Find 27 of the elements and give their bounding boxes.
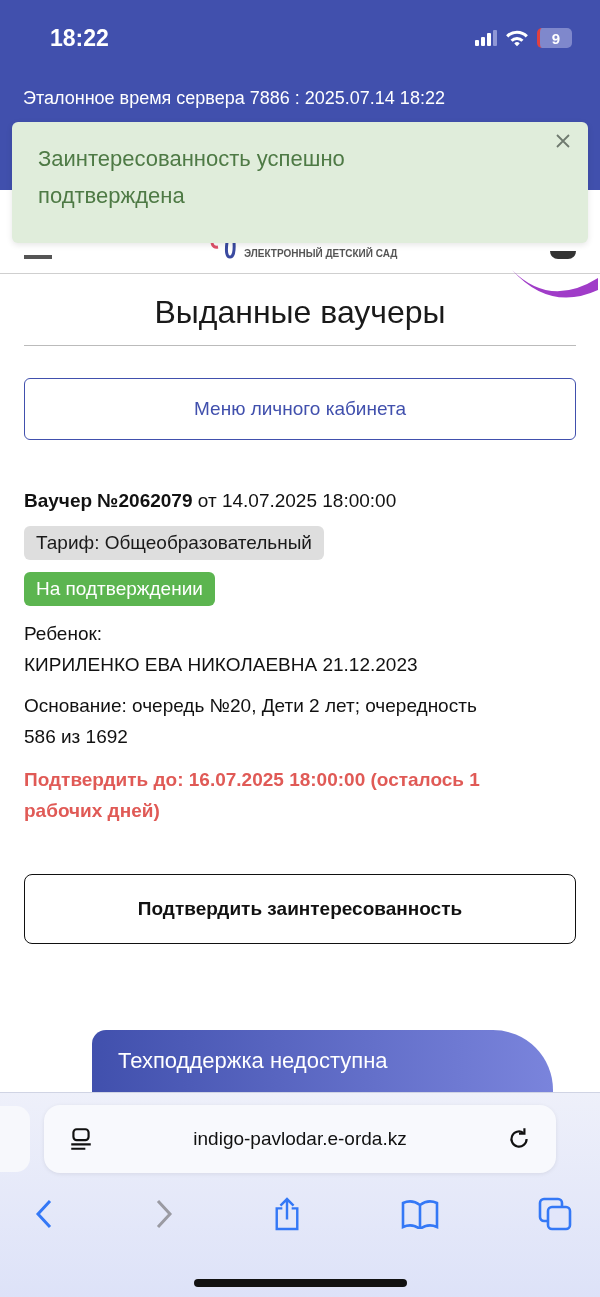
voucher-heading: Ваучер №2062079 от 14.07.2025 18:00:00 — [24, 490, 398, 512]
battery-icon: 9 — [537, 28, 572, 48]
url-text: indigo-pavlodar.e-orda.kz — [193, 1128, 407, 1150]
status-badge: На подтверждении — [24, 572, 215, 606]
confirm-button[interactable]: Подтвердить заинтересованность — [24, 874, 576, 944]
support-tab[interactable]: Техподдержка недоступна — [92, 1030, 553, 1092]
server-time: Эталонное время сервера 7886 : 2025.07.14 18:22 — [22, 87, 446, 109]
basis-text: Основание: очередь №20, Дети 2 лет; очередность 586 из 1692 — [24, 694, 478, 749]
address-bar[interactable]: indigo-pavlodar.e-orda.kz — [44, 1105, 556, 1173]
cabinet-menu-button[interactable]: Меню личного кабинета — [24, 378, 576, 440]
child-name: КИРИЛЕНКО ЕВА НИКОЛАЕВНА 21.12.2023 — [24, 653, 419, 677]
deadline-text: Подтвердить до: 16.07.2025 18:00:00 (осталось 1 рабочих дней) — [24, 768, 481, 823]
status-time: 18:22 — [50, 24, 109, 52]
share-icon[interactable] — [273, 1197, 301, 1231]
logo-caption: ЭЛЕКТРОННЫЙ ДЕТСКИЙ САД — [244, 248, 398, 259]
tabs-icon[interactable] — [538, 1197, 572, 1231]
book-icon[interactable] — [400, 1199, 439, 1229]
back-icon[interactable] — [34, 1199, 54, 1229]
signal-icon — [475, 30, 497, 46]
page-menu-icon[interactable] — [68, 1126, 94, 1152]
page-title: Выданные ваучеры — [24, 274, 576, 346]
close-icon[interactable] — [556, 134, 570, 148]
tariff-badge: Тариф: Общеобразовательный — [24, 526, 324, 560]
child-label: Ребенок: — [24, 622, 104, 646]
toast-message: Заинтересованность успешно подтверждена — [38, 145, 346, 210]
logo-icon — [210, 241, 236, 259]
wifi-icon — [505, 29, 529, 47]
